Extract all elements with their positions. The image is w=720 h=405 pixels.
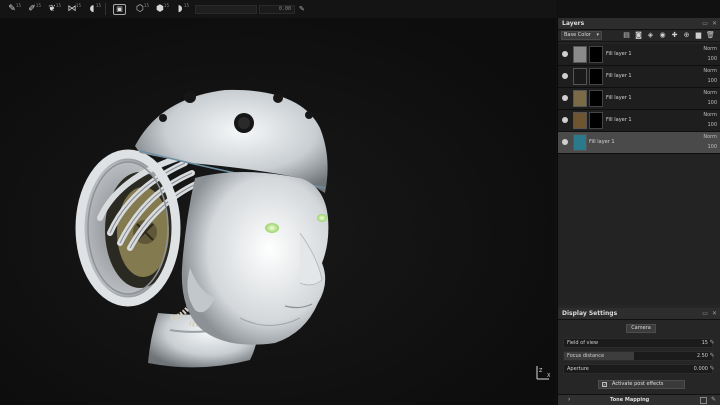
layer-name: Fill layer 1: [606, 95, 632, 101]
axis-label-z: Z: [539, 368, 543, 374]
visibility-eye-icon[interactable]: [562, 73, 568, 79]
layer-name: Fill layer 1: [589, 139, 615, 145]
clone-icon[interactable]: ⋈ 15: [63, 2, 82, 16]
checkbox-icon[interactable]: ✓: [602, 382, 607, 387]
layer-thumbnail: [573, 46, 587, 63]
add-folder-icon[interactable]: ▆: [694, 31, 703, 40]
visibility-eye-icon[interactable]: [562, 139, 568, 145]
add-anchor-icon[interactable]: ⊕: [682, 31, 691, 40]
layer-row[interactable]: Fill layer 1 Norm 100: [558, 66, 720, 88]
display-settings-panel: Display Settings ▭ ✕ Camera Field of vie…: [558, 308, 720, 405]
edit-pen-icon[interactable]: ✎: [711, 396, 716, 403]
layer-blend-mode[interactable]: Norm: [703, 134, 717, 140]
paint-brush-icon[interactable]: ✎ 15: [3, 2, 21, 16]
activate-post-effects-toggle[interactable]: ✓ Activate post effects: [598, 380, 685, 389]
display-settings-title: Display Settings: [562, 310, 618, 317]
eraser-icon[interactable]: ✐ 15: [23, 2, 41, 16]
right-dock: Layers ▭ ✕ Base Color ▾ ▤ ◙ ◈ ◉ ✚ ⊕ ▆ 🗑: [557, 18, 720, 405]
layer-name: Fill layer 1: [606, 117, 632, 123]
top-toolbar: ✎ 15 ✐ 15 ❦ 15 ⋈ 15 ◖ 15 ▣ ⬡ 15 ⬢ 15 ◗ 15 0.00 ✎: [0, 0, 556, 18]
aperture-slider[interactable]: Aperture 0.000: [563, 364, 713, 374]
visibility-eye-icon[interactable]: [562, 117, 568, 123]
layer-mask-thumbnail: [589, 90, 603, 107]
layer-thumbnail: [573, 134, 587, 151]
field-label: Aperture: [567, 366, 589, 372]
layer-mask-thumbnail: [589, 46, 603, 63]
minimize-icon[interactable]: ▭: [702, 20, 708, 27]
robot-head-model: [75, 89, 329, 368]
layer-mask-thumbnail: [589, 68, 603, 85]
layer-opacity[interactable]: 100: [707, 56, 717, 62]
post-effects-label: Activate post effects: [612, 381, 664, 387]
field-of-view-slider[interactable]: Field of view 15: [563, 338, 713, 348]
tone-mapping-checkbox[interactable]: [700, 397, 707, 404]
field-label: Field of view: [567, 340, 599, 346]
close-icon[interactable]: ✕: [712, 20, 717, 27]
layer-row-selected[interactable]: Fill layer 1 Norm 100: [558, 132, 720, 154]
layer-name: Fill layer 1: [606, 73, 632, 79]
channel-select[interactable]: Base Color ▾: [561, 31, 602, 40]
layer-name: Fill layer 1: [606, 51, 632, 57]
field-label: Focus distance: [567, 353, 605, 359]
layer-blend-mode[interactable]: Norm: [703, 68, 717, 74]
axis-label-x: X: [547, 373, 551, 379]
delete-layer-icon[interactable]: 🗑: [706, 31, 715, 40]
toolbar-slider[interactable]: [195, 4, 257, 14]
tab-camera[interactable]: Camera: [626, 324, 656, 333]
display-settings-header: Display Settings ▭ ✕: [558, 308, 720, 320]
layer-blend-mode[interactable]: Norm: [703, 90, 717, 96]
layers-panel: Layers ▭ ✕ Base Color ▾ ▤ ◙ ◈ ◉ ✚ ⊕ ▆ 🗑: [558, 18, 720, 305]
toolbar-value-field[interactable]: 0.00: [259, 4, 295, 14]
edit-pen-icon[interactable]: ✎: [708, 365, 716, 373]
layer-thumbnail: [573, 112, 587, 129]
layer-opacity[interactable]: 100: [707, 122, 717, 128]
edit-pen-icon[interactable]: ✎: [708, 352, 716, 360]
add-paint-layer-icon[interactable]: ✚: [670, 31, 679, 40]
close-icon[interactable]: ✕: [712, 310, 717, 317]
layer-opacity[interactable]: 100: [707, 100, 717, 106]
layer-thumbnail: [573, 90, 587, 107]
3d-viewport[interactable]: Z X: [0, 18, 556, 405]
edit-pen-icon[interactable]: ✎: [299, 5, 305, 13]
layer-blend-mode[interactable]: Norm: [703, 46, 717, 52]
layer-row[interactable]: Fill layer 1 Norm 100: [558, 110, 720, 132]
chevron-down-icon: ▾: [596, 32, 599, 38]
material-icon[interactable]: ⬢ 15: [151, 2, 169, 16]
layer-thumbnail: [573, 68, 587, 85]
add-mask-icon[interactable]: ◙: [634, 31, 643, 40]
layer-opacity[interactable]: 100: [707, 78, 717, 84]
layer-blend-mode[interactable]: Norm: [703, 112, 717, 118]
layers-panel-header: Layers ▭ ✕: [558, 18, 720, 30]
focus-distance-slider[interactable]: Focus distance 2.50: [563, 351, 713, 361]
channel-select-value: Base Color: [564, 32, 591, 38]
projection-icon[interactable]: ◖ 15: [83, 2, 101, 16]
tone-mapping-label: Tone Mapping: [610, 397, 650, 403]
layer-row[interactable]: Fill layer 1 Norm 100: [558, 44, 720, 66]
field-value[interactable]: 2.50: [697, 353, 708, 359]
layer-opacity[interactable]: 100: [707, 144, 717, 150]
field-value[interactable]: 0.000: [694, 366, 708, 372]
toolbar-divider: [105, 3, 106, 15]
add-smart-material-icon[interactable]: ◈: [646, 31, 655, 40]
axis-gizmo: Z X: [536, 366, 551, 380]
add-fill-layer-icon[interactable]: ◉: [658, 31, 667, 40]
layer-mask-thumbnail: [589, 112, 603, 129]
layer-row[interactable]: Fill layer 1 Norm 100: [558, 88, 720, 110]
visibility-eye-icon[interactable]: [562, 51, 568, 57]
tone-mapping-section[interactable]: › Tone Mapping ✎: [558, 394, 720, 405]
camera-icon[interactable]: ▣: [113, 3, 126, 15]
add-effect-icon[interactable]: ▤: [622, 31, 631, 40]
chevron-right-icon[interactable]: ›: [568, 396, 570, 403]
layers-toolbar: Base Color ▾ ▤ ◙ ◈ ◉ ✚ ⊕ ▆ 🗑: [558, 30, 720, 42]
minimize-icon[interactable]: ▭: [702, 310, 708, 317]
visibility-eye-icon[interactable]: [562, 95, 568, 101]
edit-pen-icon[interactable]: ✎: [708, 339, 716, 347]
polyfill-icon[interactable]: ⬡ 15: [131, 2, 149, 16]
symmetry-icon[interactable]: ◗ 15: [171, 2, 189, 16]
smudge-icon[interactable]: ❦ 15: [43, 2, 61, 16]
layers-title: Layers: [562, 20, 585, 27]
